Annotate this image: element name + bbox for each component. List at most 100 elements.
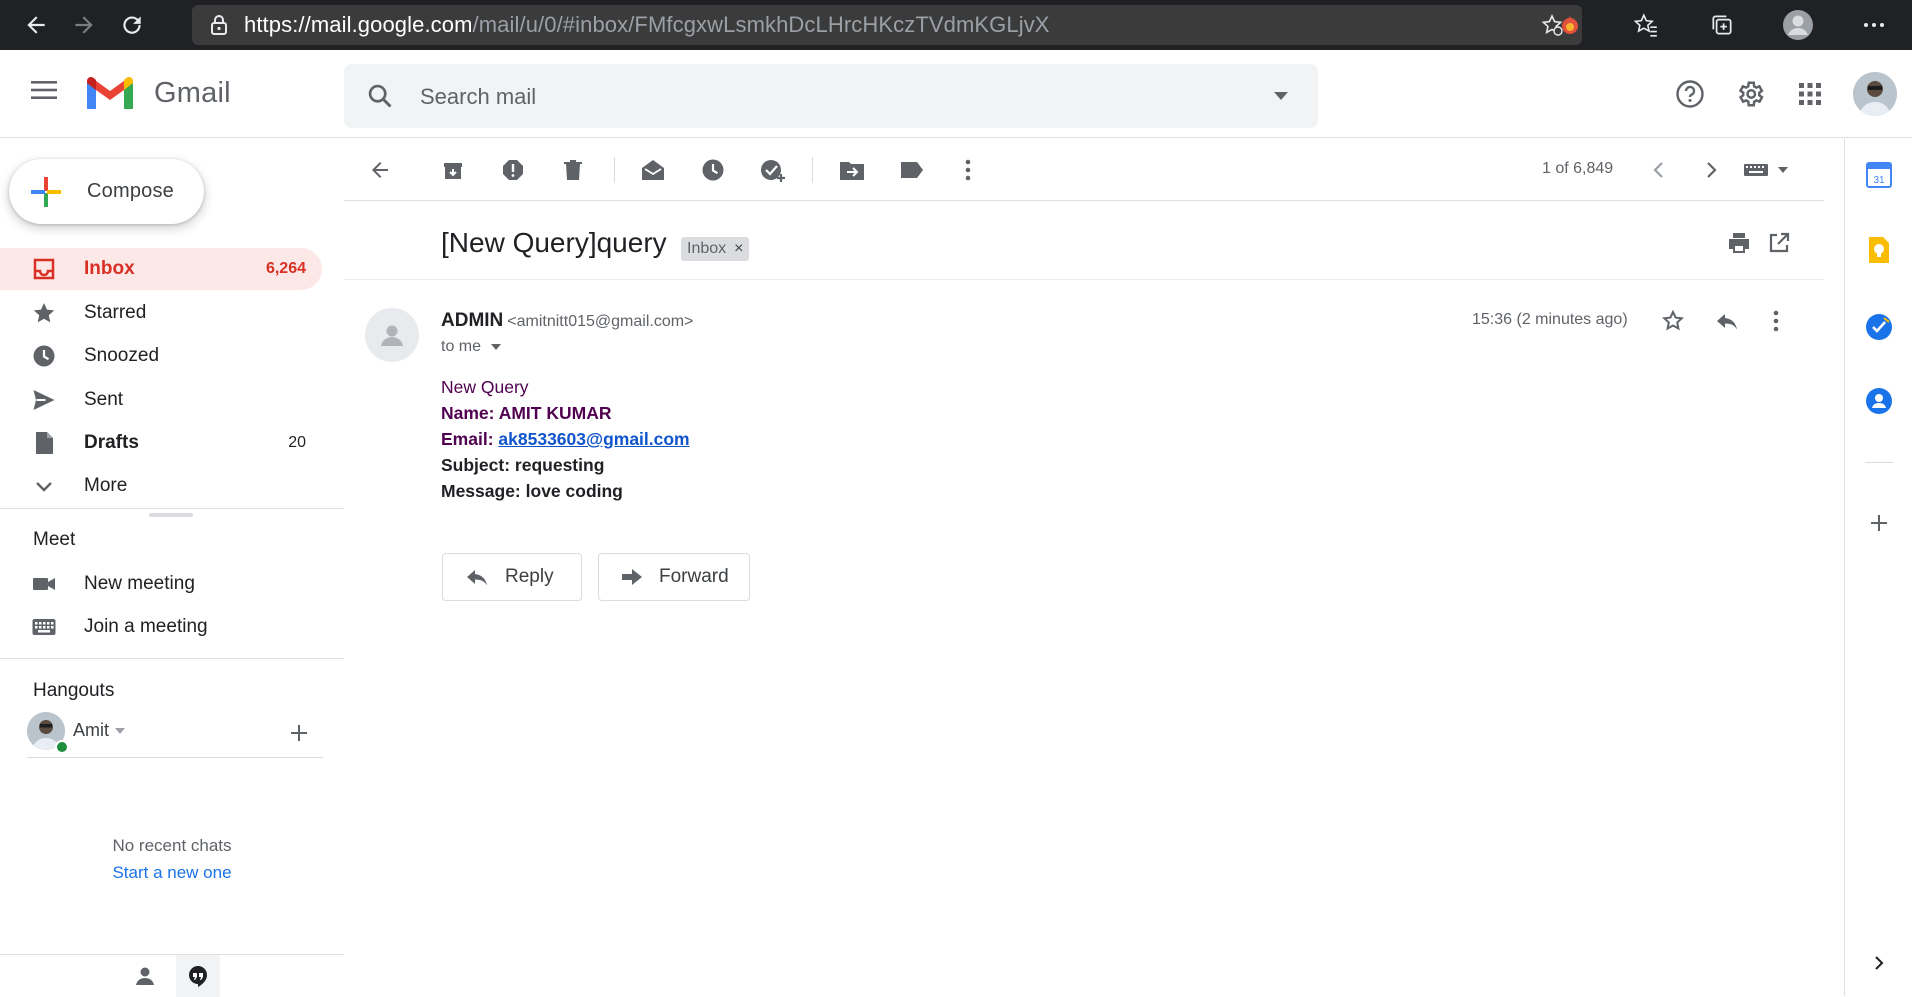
extension-button[interactable] <box>1532 0 1608 50</box>
tasks-check-icon <box>1866 314 1892 340</box>
drafts-count: 20 <box>288 434 306 451</box>
move-to-button[interactable] <box>838 156 866 184</box>
message-label: Message: <box>441 481 521 501</box>
move-folder-icon <box>840 162 864 180</box>
svg-text:31: 31 <box>1873 175 1885 186</box>
report-spam-button[interactable] <box>499 156 527 184</box>
get-addons-button[interactable] <box>1865 509 1893 537</box>
lock-icon <box>211 15 227 35</box>
url-text: https://mail.google.com/mail/u/0/#inbox/… <box>244 12 1050 38</box>
hangouts-tab[interactable] <box>176 955 220 997</box>
apps-button[interactable] <box>1792 76 1828 112</box>
join-meeting-item[interactable]: Join a meeting <box>0 606 322 648</box>
archive-button[interactable] <box>439 156 467 184</box>
compose-button[interactable]: Compose <box>9 159 204 224</box>
open-new-window-button[interactable] <box>1765 229 1793 257</box>
search-bar[interactable]: Search mail <box>344 64 1318 128</box>
reply-button[interactable]: Reply <box>442 553 582 601</box>
delete-button[interactable] <box>559 156 587 184</box>
sidebar-item-inbox[interactable]: Inbox 6,264 <box>0 248 322 290</box>
sidebar-item-label: Snoozed <box>84 345 160 366</box>
back-button[interactable] <box>12 0 60 50</box>
app-name: Gmail <box>154 76 231 109</box>
sidebar-item-starred[interactable]: Starred <box>0 292 322 334</box>
resize-handle[interactable] <box>149 513 193 517</box>
calendar-addon[interactable]: 31 <box>1865 161 1893 189</box>
add-to-tasks-button[interactable] <box>759 156 787 184</box>
start-new-chat-link[interactable]: Start a new one <box>0 863 344 883</box>
add-task-icon <box>761 160 785 182</box>
newer-button[interactable] <box>1644 156 1672 184</box>
back-to-inbox-button[interactable] <box>366 156 394 184</box>
chevron-right-icon <box>1875 956 1884 970</box>
remove-label-icon[interactable]: × <box>734 240 743 258</box>
sidebar-item-snoozed[interactable]: Snoozed <box>0 335 322 377</box>
name-value: AMIT KUMAR <box>498 403 612 423</box>
favorites-button[interactable] <box>1608 0 1684 50</box>
draft-icon <box>36 432 53 454</box>
contacts-addon[interactable] <box>1865 387 1893 415</box>
recipient-details[interactable]: to me <box>441 338 502 356</box>
recipient-text: to me <box>441 338 482 355</box>
contacts-person-icon[interactable] <box>134 965 156 987</box>
reload-button[interactable] <box>108 0 156 50</box>
sidebar-item-drafts[interactable]: Drafts 20 <box>0 422 322 464</box>
settings-button[interactable] <box>1732 76 1768 112</box>
sidebar-item-label: Inbox <box>84 258 135 279</box>
new-meeting-item[interactable]: New meeting <box>0 563 322 605</box>
forward-nav-button[interactable] <box>60 0 108 50</box>
sidebar-item-sent[interactable]: Sent <box>0 379 322 421</box>
profile-icon <box>1783 10 1813 40</box>
collections-icon <box>1712 15 1732 35</box>
older-button[interactable] <box>1698 156 1726 184</box>
star-outline-icon <box>1662 309 1684 331</box>
more-vertical-icon <box>965 159 971 181</box>
status-dropdown-icon[interactable] <box>115 728 125 734</box>
open-in-new-icon <box>1769 232 1790 253</box>
main-menu-icon[interactable] <box>30 79 58 101</box>
gmail-logo[interactable]: Gmail <box>84 73 231 113</box>
email-link[interactable]: ak8533603@gmail.com <box>498 429 689 449</box>
video-camera-icon <box>33 578 55 590</box>
labels-button[interactable] <box>898 156 926 184</box>
name-label: Name: <box>441 403 495 423</box>
sender-avatar[interactable] <box>365 308 419 362</box>
sidebar-item-more[interactable]: More <box>0 465 322 507</box>
archive-icon <box>444 163 462 179</box>
print-all-button[interactable] <box>1725 229 1753 257</box>
more-actions-button[interactable] <box>954 156 982 184</box>
support-button[interactable] <box>1672 76 1708 112</box>
browser-actions <box>1532 0 1912 50</box>
mark-unread-button[interactable] <box>639 156 667 184</box>
sender-name[interactable]: ADMIN <box>441 310 503 331</box>
inbox-label-chip[interactable]: Inbox × <box>681 237 750 261</box>
subject-row: [New Query]query Inbox × <box>344 201 1824 280</box>
sidebar-item-label: Drafts <box>84 432 139 453</box>
reply-icon-button[interactable] <box>1713 307 1741 335</box>
keep-addon[interactable] <box>1865 236 1893 264</box>
forward-button[interactable]: Forward <box>598 553 750 601</box>
message-more-button[interactable] <box>1762 307 1790 335</box>
arrow-right-icon <box>75 16 93 34</box>
hangouts-user-row[interactable]: Amit <box>27 712 323 758</box>
snooze-button[interactable] <box>699 156 727 184</box>
gmail-header: Gmail Search mail <box>0 50 1912 138</box>
hide-side-panel-button[interactable] <box>1865 949 1893 977</box>
url-path: /mail/u/0/#inbox/FMfcgxwLsmkhDcLHrcHKczT… <box>472 12 1050 37</box>
search-input[interactable]: Search mail <box>420 84 536 110</box>
meet-section-title: Meet <box>33 529 76 550</box>
chevron-left-icon <box>1653 162 1663 178</box>
search-options-icon[interactable] <box>1274 92 1288 100</box>
browser-menu-button[interactable] <box>1836 0 1912 50</box>
input-tools-button[interactable] <box>1744 156 1788 184</box>
account-avatar[interactable] <box>1853 72 1897 116</box>
star-message-button[interactable] <box>1659 307 1687 335</box>
tasks-addon[interactable] <box>1865 313 1893 341</box>
profile-button[interactable] <box>1760 0 1836 50</box>
print-icon <box>1729 233 1749 253</box>
side-panel-divider <box>1865 462 1893 463</box>
collections-button[interactable] <box>1684 0 1760 50</box>
address-bar[interactable]: https://mail.google.com/mail/u/0/#inbox/… <box>192 5 1582 45</box>
search-icon[interactable] <box>366 82 394 110</box>
add-chat-icon[interactable] <box>289 723 309 743</box>
